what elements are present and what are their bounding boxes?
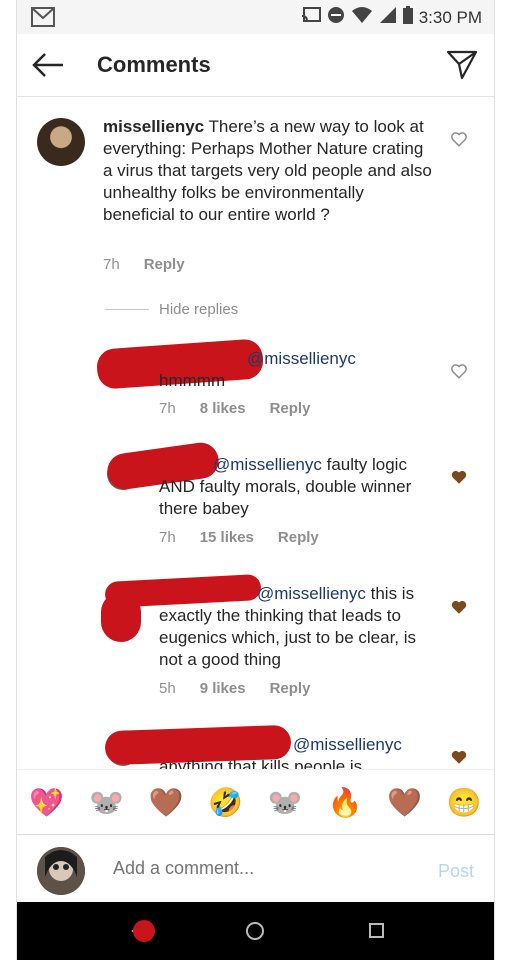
dnd-icon bbox=[327, 6, 345, 29]
mention-link[interactable]: @missellienyc bbox=[213, 455, 322, 474]
rofl-emoji[interactable]: 🤣 bbox=[206, 786, 246, 819]
reply-button[interactable]: Reply bbox=[270, 400, 311, 417]
reply-body: @missellienyc this is exactly the thinki… bbox=[159, 583, 429, 671]
clock: 3:30 PM bbox=[418, 7, 482, 27]
reply-meta: 5h 9 likes Reply bbox=[159, 680, 334, 697]
reply-meta: 7h 8 likes Reply bbox=[159, 400, 334, 417]
reply-meta: 7h 15 likes Reply bbox=[159, 529, 343, 546]
status-icons: 3:30 PM bbox=[301, 6, 482, 29]
sparkling-heart-emoji[interactable]: 💖 bbox=[27, 786, 67, 819]
reply-body: @missellienyc anything that kills people… bbox=[159, 734, 429, 769]
comment-input[interactable] bbox=[111, 857, 415, 880]
gmail-icon bbox=[31, 7, 55, 32]
post-button[interactable]: Post bbox=[438, 861, 474, 882]
emoji-quick-bar: 💖 🐭 🤎 🤣 🐭 🔥 🤎 😁 bbox=[17, 769, 494, 834]
reply-item: @missellienyc anything that kills people… bbox=[17, 720, 494, 769]
mention-link[interactable]: @missellienyc bbox=[247, 349, 356, 368]
battery-icon bbox=[402, 6, 413, 29]
reply-time: 7h bbox=[159, 529, 176, 546]
fire-emoji[interactable]: 🔥 bbox=[325, 786, 365, 819]
mention-link[interactable]: @missellienyc bbox=[257, 584, 366, 603]
reply-text: anything that kills people is bbox=[159, 757, 363, 769]
hide-replies-button[interactable]: Hide replies bbox=[159, 301, 238, 318]
comments-header: Comments bbox=[17, 34, 494, 97]
reply-time: 5h bbox=[159, 680, 176, 697]
reply-body: @missellienyc faulty logic AND faulty mo… bbox=[159, 454, 429, 520]
reply-button[interactable]: Reply bbox=[270, 680, 311, 697]
reply-body: @missellienyc hmmmm bbox=[159, 348, 419, 392]
reply-time: 7h bbox=[159, 400, 176, 417]
reply-button[interactable]: Reply bbox=[278, 529, 319, 546]
grin-emoji[interactable]: 😁 bbox=[444, 786, 484, 819]
signal-icon bbox=[379, 6, 397, 29]
app-frame: 3:30 PM Comments missellienyc There’s a … bbox=[16, 0, 495, 960]
wifi-icon bbox=[351, 6, 373, 29]
like-heart-icon[interactable] bbox=[450, 362, 468, 380]
redaction-scribble bbox=[101, 592, 141, 642]
direct-send-icon[interactable] bbox=[446, 48, 478, 80]
mouse-emoji[interactable]: 🐭 bbox=[265, 786, 305, 819]
avatar[interactable] bbox=[37, 118, 85, 166]
brown-heart-emoji[interactable]: 🤎 bbox=[385, 786, 425, 819]
page-title: Comments bbox=[97, 52, 211, 77]
comment-body: missellienyc There’s a new way to look a… bbox=[103, 116, 433, 226]
avatar bbox=[37, 847, 85, 895]
liked-heart-icon[interactable] bbox=[450, 748, 468, 766]
liked-heart-icon[interactable] bbox=[450, 468, 468, 486]
reply-text: hmmmm bbox=[159, 371, 226, 390]
home-nav-icon[interactable] bbox=[246, 922, 264, 940]
recents-nav-icon[interactable] bbox=[369, 923, 384, 938]
status-bar: 3:30 PM bbox=[17, 0, 494, 34]
reply-button[interactable]: Reply bbox=[144, 256, 185, 273]
liked-heart-icon[interactable] bbox=[450, 598, 468, 616]
redaction-scribble bbox=[133, 920, 155, 942]
likes-count[interactable]: 9 likes bbox=[200, 680, 246, 697]
back-arrow-icon[interactable] bbox=[31, 50, 65, 80]
mention-link[interactable]: @missellienyc bbox=[293, 735, 402, 754]
likes-count[interactable]: 8 likes bbox=[200, 400, 246, 417]
brown-heart-emoji[interactable]: 🤎 bbox=[146, 786, 186, 819]
divider bbox=[105, 309, 149, 310]
mouse-emoji[interactable]: 🐭 bbox=[86, 786, 126, 819]
comment-time: 7h bbox=[103, 256, 120, 273]
comment-username[interactable]: missellienyc bbox=[103, 117, 204, 136]
like-heart-icon[interactable] bbox=[450, 130, 468, 148]
comment-composer: Post bbox=[17, 834, 494, 903]
likes-count[interactable]: 15 likes bbox=[200, 529, 254, 546]
nav-bar bbox=[17, 902, 494, 960]
cast-icon bbox=[301, 7, 321, 28]
comment-meta: 7h Reply bbox=[103, 256, 209, 273]
